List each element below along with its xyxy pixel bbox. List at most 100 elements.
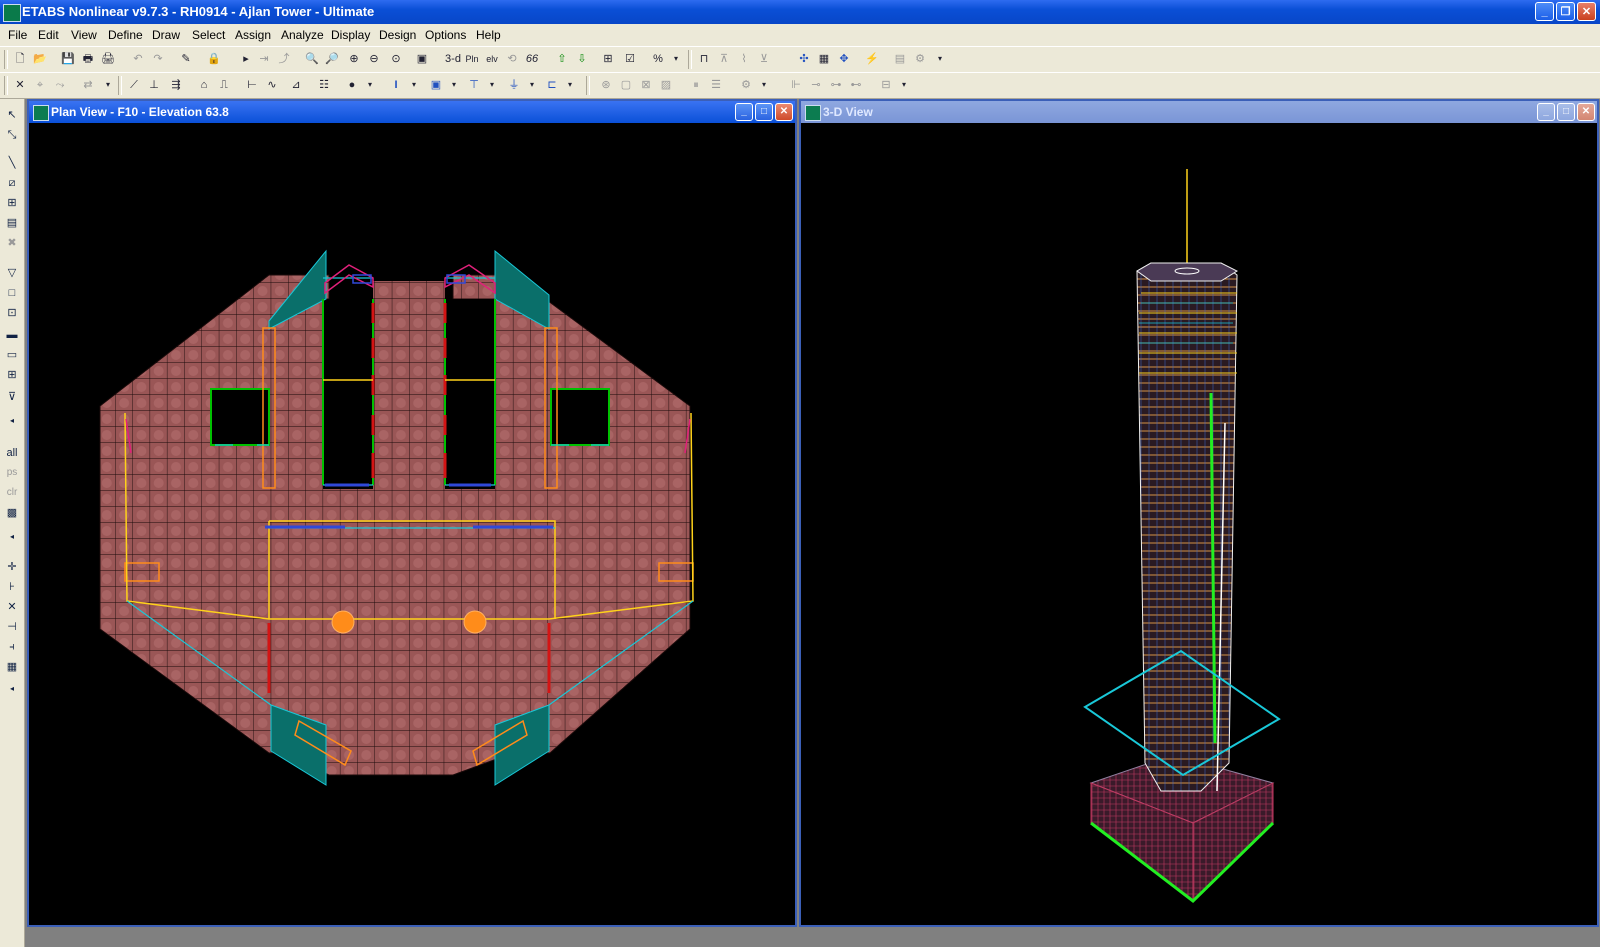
- show-energy-icon[interactable]: ⎍: [216, 77, 232, 93]
- draw-brace-side-icon[interactable]: ✖: [4, 235, 20, 251]
- edit-replicate-icon[interactable]: ⊟: [878, 77, 894, 93]
- check-model-icon[interactable]: ☑: [622, 51, 638, 67]
- print-tables-icon[interactable]: 🖨: [100, 51, 116, 67]
- move-down-icon[interactable]: ⇩: [574, 51, 590, 67]
- 3d-view-title-bar[interactable]: 3-D View _ □ ✕: [801, 101, 1597, 123]
- zoom-restore-icon[interactable]: 🔎: [324, 51, 340, 67]
- draw-brace-icon[interactable]: ⊼: [716, 51, 732, 67]
- show-tables-icon[interactable]: ☷: [316, 77, 332, 93]
- lock-icon[interactable]: 🔒: [206, 51, 222, 67]
- restore-button[interactable]: ❐: [1556, 2, 1575, 21]
- refresh-pencil-icon[interactable]: ✎: [178, 51, 194, 67]
- show-forces-icon[interactable]: ⇶: [168, 77, 184, 93]
- select-previous-button[interactable]: ps: [4, 465, 20, 481]
- menu-file[interactable]: File: [8, 28, 27, 42]
- select-dropdown-icon[interactable]: ◂: [4, 529, 20, 545]
- units-dropdown-icon[interactable]: ▾: [668, 51, 684, 67]
- menu-assign[interactable]: Assign: [235, 28, 271, 42]
- assign-joint-icon[interactable]: ✣: [796, 51, 812, 67]
- design-frame-icon[interactable]: ▤: [892, 51, 908, 67]
- menu-design[interactable]: Design: [379, 28, 416, 42]
- link-props-icon[interactable]: ⇄: [80, 77, 96, 93]
- redo-icon[interactable]: ↷: [150, 51, 166, 67]
- snap-options-icon[interactable]: ⚙: [738, 77, 754, 93]
- tower-3d-drawing[interactable]: [801, 123, 1597, 925]
- units-percent-button[interactable]: %: [650, 51, 666, 67]
- rubber-band-zoom-icon[interactable]: ⤴: [276, 51, 292, 67]
- edit-merge-icon[interactable]: ⊷: [848, 77, 864, 93]
- draw-wall-icon[interactable]: ▬: [4, 327, 20, 343]
- set-objects-icon[interactable]: ▣: [428, 77, 444, 93]
- draw-secondary-icon[interactable]: ⌇: [736, 51, 752, 67]
- snap-grid-side-icon[interactable]: ▦: [4, 659, 20, 675]
- snap-intersection-side-icon[interactable]: ✕: [4, 599, 20, 615]
- plan-view-button[interactable]: Pln: [464, 51, 480, 67]
- menu-define[interactable]: Define: [108, 28, 143, 42]
- plan-view-canvas[interactable]: [29, 123, 795, 925]
- show-response-icon[interactable]: ⊢: [244, 77, 260, 93]
- zoom-in-icon[interactable]: ⊕: [346, 51, 362, 67]
- side-dropdown-icon[interactable]: ◂: [4, 413, 20, 429]
- assign-area-icon[interactable]: ✥: [836, 51, 852, 67]
- zoom-out-icon[interactable]: ⊖: [366, 51, 382, 67]
- assign-frame-icon[interactable]: ▦: [816, 51, 832, 67]
- slab-dropdown-icon[interactable]: ▾: [524, 77, 540, 93]
- menu-help[interactable]: Help: [476, 28, 501, 42]
- joint-restraint-icon[interactable]: ⌖: [32, 77, 48, 93]
- edit-align-icon[interactable]: ⊩: [788, 77, 804, 93]
- perspective-toggle-button[interactable]: 66: [524, 51, 540, 67]
- snap-fine-grid-icon[interactable]: ☰: [708, 77, 724, 93]
- set-wall-icon[interactable]: ⊏: [544, 77, 560, 93]
- set-elements-icon[interactable]: I: [388, 77, 404, 93]
- 3d-view-close-button[interactable]: ✕: [1577, 103, 1595, 121]
- draw-line-region-icon[interactable]: ⧄: [4, 175, 20, 191]
- draw-area-icon[interactable]: ▽: [4, 265, 20, 281]
- open-folder-icon[interactable]: 📂: [32, 51, 48, 67]
- draw-grid-area-icon[interactable]: ⊞: [4, 367, 20, 383]
- undo-icon[interactable]: ↶: [130, 51, 146, 67]
- link-dropdown-icon[interactable]: ▾: [100, 77, 116, 93]
- print-graphics-icon[interactable]: 🖶: [80, 51, 96, 67]
- draw-link-icon[interactable]: ⊻: [756, 51, 772, 67]
- show-deformed-icon[interactable]: ⟋: [126, 77, 142, 93]
- show-undeformed-icon[interactable]: ●: [344, 77, 360, 93]
- select-intersect-icon[interactable]: ▩: [4, 505, 20, 521]
- edit-divide-icon[interactable]: ⊶: [828, 77, 844, 93]
- set-slab-icon[interactable]: ⏚: [506, 77, 522, 93]
- draw-wall-rect-icon[interactable]: ▭: [4, 347, 20, 363]
- draw-line-icon[interactable]: ╲: [4, 155, 20, 171]
- show-story-response-icon[interactable]: ⊿: [288, 77, 304, 93]
- clear-selection-button[interactable]: clr: [4, 485, 20, 501]
- show-time-history-icon[interactable]: ∿: [264, 77, 280, 93]
- snap-side-dropdown-icon[interactable]: ◂: [4, 681, 20, 697]
- snap-dropdown-icon[interactable]: ▾: [756, 77, 772, 93]
- snap-ends-icon[interactable]: ▢: [618, 77, 634, 93]
- delete-icon[interactable]: ✕: [12, 77, 28, 93]
- edit-extrude-icon[interactable]: ⊸: [808, 77, 824, 93]
- draw-line-click-icon[interactable]: ⊞: [4, 195, 20, 211]
- menu-analyze[interactable]: Analyze: [281, 28, 324, 42]
- pan-icon[interactable]: ⊙: [388, 51, 404, 67]
- menu-edit[interactable]: Edit: [38, 28, 59, 42]
- sections-dropdown-icon[interactable]: ▾: [484, 77, 500, 93]
- snap-perpendicular-icon[interactable]: ▨: [658, 77, 674, 93]
- reshape-icon[interactable]: ⤡: [4, 127, 20, 143]
- plan-view-close-button[interactable]: ✕: [775, 103, 793, 121]
- snap-end-side-icon[interactable]: ⊦: [4, 579, 20, 595]
- objects-dropdown-icon[interactable]: ▾: [446, 77, 462, 93]
- run-analysis-icon[interactable]: ▸: [238, 51, 254, 67]
- snap-intersect-icon[interactable]: ⊠: [638, 77, 654, 93]
- move-up-icon[interactable]: ⇧: [554, 51, 570, 67]
- set-display-options-icon[interactable]: ⊞: [600, 51, 616, 67]
- plan-view-title-bar[interactable]: Plan View - F10 - Elevation 63.8 _ □ ✕: [29, 101, 795, 123]
- snap-perp-side-icon[interactable]: ⊣: [4, 619, 20, 635]
- plan-view-window[interactable]: Plan View - F10 - Elevation 63.8 _ □ ✕: [27, 99, 797, 927]
- wall-dropdown-icon[interactable]: ▾: [562, 77, 578, 93]
- plan-view-maximize-button[interactable]: □: [755, 103, 773, 121]
- elevation-view-button[interactable]: elv: [484, 51, 500, 67]
- select-all-button[interactable]: all: [4, 445, 20, 461]
- design-dropdown-icon[interactable]: ▾: [932, 51, 948, 67]
- 3d-view-canvas[interactable]: [801, 123, 1597, 925]
- menu-select[interactable]: Select: [192, 28, 225, 42]
- show-shell-stress-icon[interactable]: ⌂: [196, 77, 212, 93]
